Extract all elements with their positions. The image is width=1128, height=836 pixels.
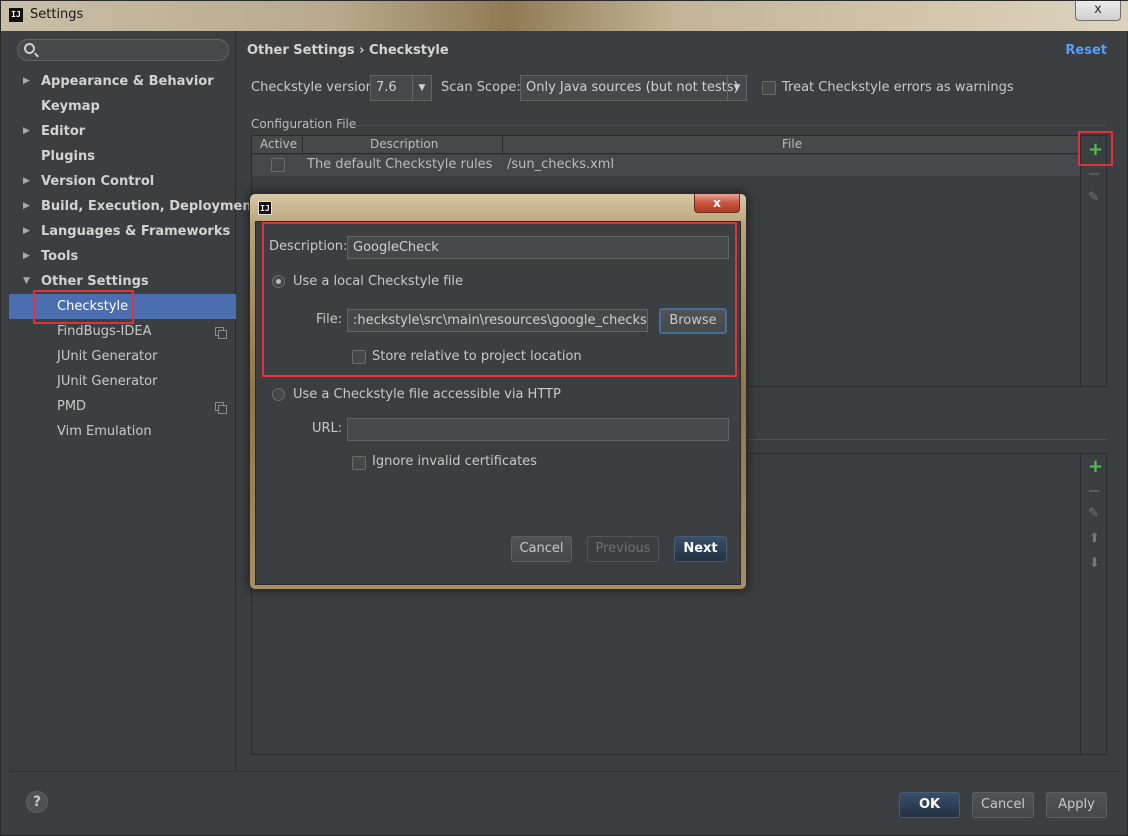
table-header: Active Description File bbox=[252, 136, 1080, 154]
expand-arrow-icon[interactable]: ▶ bbox=[23, 69, 30, 94]
tree-item-label: Editor bbox=[41, 124, 86, 139]
column-divider bbox=[302, 136, 303, 154]
chevron-down-icon: ▼ bbox=[412, 76, 431, 100]
url-label: URL: bbox=[312, 421, 343, 436]
dialog-body: Description: GoogleCheck Use a local Che… bbox=[255, 221, 741, 585]
scan-scope-value: Only Java sources (but not tests) bbox=[526, 80, 739, 95]
http-file-radio-label: Use a Checkstyle file accessible via HTT… bbox=[293, 387, 561, 402]
tree-item-keymap[interactable]: Keymap bbox=[9, 94, 236, 119]
row-active-checkbox[interactable] bbox=[271, 158, 285, 172]
tree-item-vim-emulation[interactable]: Vim Emulation bbox=[9, 419, 236, 444]
settings-window: IJ Settings x ▶ Appearance & Behavior Key… bbox=[0, 0, 1128, 836]
intellij-icon: IJ bbox=[9, 8, 23, 22]
tree-item-editor[interactable]: ▶ Editor bbox=[9, 119, 236, 144]
treat-errors-checkbox[interactable] bbox=[762, 81, 776, 95]
settings-sidebar: ▶ Appearance & Behavior Keymap ▶ Editor Pl… bbox=[9, 31, 258, 771]
row-description: The default Checkstyle rules bbox=[307, 157, 493, 172]
expand-arrow-icon[interactable]: ▶ bbox=[23, 119, 30, 144]
column-header-active[interactable]: Active bbox=[260, 137, 297, 151]
url-field[interactable] bbox=[347, 418, 729, 441]
tree-item-plugins[interactable]: Plugins bbox=[9, 144, 236, 169]
tree-item-label: PMD bbox=[57, 399, 87, 414]
window-title: Settings bbox=[30, 7, 84, 22]
minus-icon[interactable] bbox=[1089, 490, 1099, 492]
help-icon[interactable]: ? bbox=[26, 791, 48, 813]
chevron-down-icon: ▼ bbox=[727, 76, 746, 100]
dialog-cancel-button[interactable]: Cancel bbox=[511, 536, 572, 562]
checkstyle-options-row: Checkstyle version: 7.6 ▼ Scan Scope: On… bbox=[251, 75, 1111, 101]
expand-arrow-icon[interactable]: ▶ bbox=[23, 244, 30, 269]
table-row[interactable]: The default Checkstyle rules /sun_checks… bbox=[252, 155, 1080, 176]
settings-tree: ▶ Appearance & Behavior Keymap ▶ Editor Pl… bbox=[9, 69, 258, 444]
settings-search[interactable] bbox=[17, 39, 229, 61]
title-bar: IJ Settings x bbox=[1, 1, 1128, 31]
project-settings-icon bbox=[215, 402, 227, 414]
checkstyle-version-label: Checkstyle version: bbox=[251, 80, 379, 95]
search-icon bbox=[24, 43, 35, 54]
row-file: /sun_checks.xml bbox=[507, 157, 615, 172]
arrow-down-icon[interactable]: ⬇ bbox=[1089, 556, 1100, 571]
scan-scope-select[interactable]: Only Java sources (but not tests) ▼ bbox=[520, 75, 747, 101]
reset-link[interactable]: Reset bbox=[1065, 43, 1107, 58]
section-divider bbox=[351, 125, 1106, 126]
tree-item-languages[interactable]: ▶ Languages & Frameworks bbox=[9, 219, 236, 244]
ignore-certs-checkbox[interactable] bbox=[352, 456, 366, 470]
ok-button[interactable]: OK bbox=[899, 792, 960, 818]
plus-icon[interactable]: + bbox=[1088, 458, 1103, 476]
column-divider bbox=[502, 136, 503, 154]
minus-icon[interactable] bbox=[1089, 173, 1099, 175]
ignore-certs-label: Ignore invalid certificates bbox=[372, 454, 537, 469]
intellij-icon: IJ bbox=[258, 201, 272, 215]
expand-arrow-icon[interactable]: ▶ bbox=[23, 169, 30, 194]
tree-item-label: Languages & Frameworks bbox=[41, 224, 231, 239]
tree-item-label: Appearance & Behavior bbox=[41, 74, 214, 89]
checkstyle-highlight-box bbox=[33, 290, 134, 324]
window-close-button[interactable]: x bbox=[1075, 1, 1121, 21]
tree-item-label: Vim Emulation bbox=[57, 424, 152, 439]
expand-arrow-icon[interactable]: ▶ bbox=[23, 219, 30, 244]
dialog-close-button[interactable]: x bbox=[694, 194, 740, 213]
project-settings-icon bbox=[215, 327, 227, 339]
add-configuration-dialog: IJ x Description: GoogleCheck Use a loca… bbox=[249, 193, 747, 590]
apply-button[interactable]: Apply bbox=[1046, 792, 1107, 818]
tree-item-label: Tools bbox=[41, 249, 79, 264]
column-header-description[interactable]: Description bbox=[370, 137, 438, 151]
tree-item-pmd[interactable]: PMD bbox=[9, 394, 236, 419]
column-header-file[interactable]: File bbox=[782, 137, 802, 151]
tree-item-build[interactable]: ▶ Build, Execution, Deployment bbox=[9, 194, 258, 219]
treat-errors-label: Treat Checkstyle errors as warnings bbox=[782, 80, 1014, 95]
expand-arrow-icon[interactable]: ▶ bbox=[23, 194, 30, 219]
tree-item-label: JUnit Generator bbox=[57, 374, 158, 389]
pencil-icon[interactable]: ✎ bbox=[1088, 506, 1099, 521]
dialog-previous-button[interactable]: Previous bbox=[587, 536, 659, 562]
tree-item-label: Plugins bbox=[41, 149, 95, 164]
checkstyle-version-value: 7.6 bbox=[376, 80, 397, 95]
checkstyle-version-select[interactable]: 7.6 ▼ bbox=[370, 75, 432, 101]
tree-item-label: JUnit Generator bbox=[57, 349, 158, 364]
tree-item-junit-generator[interactable]: JUnit Generator bbox=[9, 344, 236, 369]
tree-item-appearance[interactable]: ▶ Appearance & Behavior bbox=[9, 69, 236, 94]
tree-item-version-control[interactable]: ▶ Version Control bbox=[9, 169, 236, 194]
dialog-next-button[interactable]: Next bbox=[674, 536, 727, 562]
http-file-radio[interactable] bbox=[272, 388, 285, 401]
arrow-up-icon[interactable]: ⬆ bbox=[1089, 531, 1100, 546]
tree-item-label: Build, Execution, Deployment bbox=[41, 199, 258, 214]
breadcrumb: Other Settings › Checkstyle bbox=[247, 43, 449, 58]
local-file-highlight-box bbox=[262, 222, 737, 377]
cancel-button[interactable]: Cancel bbox=[972, 792, 1034, 818]
tree-item-label: Version Control bbox=[41, 174, 155, 189]
search-input[interactable] bbox=[40, 42, 220, 58]
table-toolbar: + ✎ bbox=[1080, 136, 1107, 386]
tree-item-label: Keymap bbox=[41, 99, 100, 114]
configuration-file-title: Configuration File bbox=[251, 117, 357, 131]
collapse-arrow-icon[interactable]: ▼ bbox=[23, 269, 30, 294]
pencil-icon[interactable]: ✎ bbox=[1088, 190, 1099, 205]
scan-scope-label: Scan Scope: bbox=[441, 80, 521, 95]
lower-toolbar: + ✎ ⬆ ⬇ bbox=[1080, 454, 1107, 754]
tree-item-tools[interactable]: ▶ Tools bbox=[9, 244, 236, 269]
dialog-button-bar: ? OK Cancel Apply bbox=[9, 771, 1121, 829]
tree-item-junit-generator-2[interactable]: JUnit Generator bbox=[9, 369, 236, 394]
add-button-highlight-box bbox=[1078, 131, 1113, 166]
